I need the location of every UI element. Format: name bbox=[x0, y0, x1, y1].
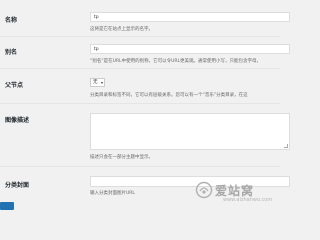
description-textarea[interactable] bbox=[90, 113, 290, 150]
slug-help: “别名”是在URL中使用的别称，它可以令URL更美观。通常使用小写，只能包含字母… bbox=[90, 59, 262, 64]
divider bbox=[0, 36, 280, 37]
slug-input[interactable]: tp bbox=[90, 44, 290, 54]
divider bbox=[0, 68, 280, 69]
parent-select[interactable]: 无 ▾ bbox=[90, 78, 105, 87]
watermark-logo-icon bbox=[195, 181, 213, 199]
name-input[interactable]: tp bbox=[90, 12, 290, 22]
parent-select-value: 无 bbox=[93, 80, 98, 85]
watermark: 爱站窝 www.aizhanwo.com bbox=[193, 176, 273, 208]
divider bbox=[0, 166, 280, 167]
parent-label: 父节点 bbox=[5, 82, 24, 89]
cover-help: 输入分类封面图片URL bbox=[90, 191, 135, 196]
description-help: 描述只会在一部分主题中显示。 bbox=[90, 155, 153, 160]
watermark-url: www.aizhanwo.com bbox=[223, 197, 273, 203]
slug-label: 别名 bbox=[5, 49, 18, 56]
chevron-down-icon: ▾ bbox=[100, 80, 103, 85]
cover-label: 分类封面 bbox=[5, 182, 30, 189]
resize-handle[interactable] bbox=[284, 144, 288, 148]
name-help: 这将是它在站点上显示的名字。 bbox=[90, 27, 153, 32]
submit-button[interactable] bbox=[0, 202, 14, 210]
description-label: 图像描述 bbox=[5, 117, 30, 124]
name-label: 名称 bbox=[5, 17, 18, 24]
divider bbox=[0, 103, 280, 104]
parent-help: 分类目录和标签不同，它可以有层级关系。您可以有一个“音乐”分类目录，在这 bbox=[90, 93, 248, 98]
